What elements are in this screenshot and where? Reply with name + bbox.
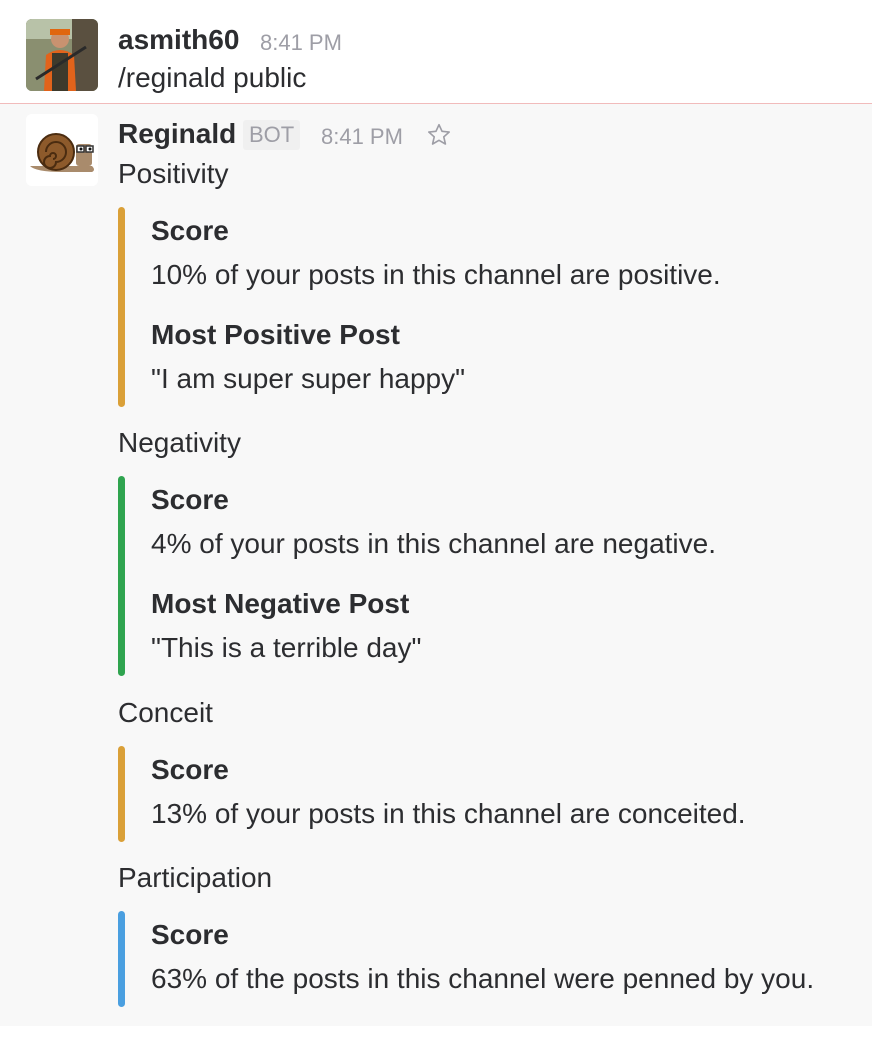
user-message-text: /reginald public [118, 62, 307, 93]
user-avatar[interactable] [26, 19, 98, 91]
user-message-time[interactable]: 8:41 PM [260, 30, 342, 56]
field-title-score: Score [151, 484, 229, 515]
field-title-score: Score [151, 754, 229, 785]
field-value-most-positive-post: "I am super super happy" [151, 363, 466, 394]
field-value-score: 63% of the posts in this channel were pe… [151, 963, 815, 994]
attachment-participation: Score 63% of the posts in this channel w… [118, 911, 858, 1007]
star-icon[interactable] [426, 122, 452, 148]
section-title-conceit: Conceit [118, 697, 213, 728]
attachment-color-bar [118, 746, 125, 842]
section-title-negativity: Negativity [118, 427, 241, 458]
section-title-participation: Participation [118, 862, 273, 893]
user-author-name[interactable]: asmith60 [118, 24, 239, 56]
bot-avatar[interactable] [26, 114, 98, 186]
field-value-score: 13% of your posts in this channel are co… [151, 798, 746, 829]
bot-author-name[interactable]: Reginald [118, 118, 236, 150]
attachment-negativity: Score 4% of your posts in this channel a… [118, 476, 858, 676]
attachment-conceit: Score 13% of your posts in this channel … [118, 746, 858, 842]
field-title-most-positive-post: Most Positive Post [151, 319, 400, 350]
attachment-color-bar [118, 911, 125, 1007]
field-title-score: Score [151, 919, 229, 950]
field-title-most-negative-post: Most Negative Post [151, 588, 410, 619]
attachment-color-bar [118, 476, 125, 676]
field-value-most-negative-post: "This is a terrible day" [151, 632, 422, 663]
section-title-positivity: Positivity [118, 158, 229, 189]
attachment-color-bar [118, 207, 125, 407]
field-value-score: 10% of your posts in this channel are po… [151, 259, 721, 290]
field-value-score: 4% of your posts in this channel are neg… [151, 528, 717, 559]
field-title-score: Score [151, 215, 229, 246]
bot-badge: BOT [243, 120, 301, 150]
attachment-positivity: Score 10% of your posts in this channel … [118, 207, 858, 407]
bot-message-time[interactable]: 8:41 PM [321, 124, 403, 150]
